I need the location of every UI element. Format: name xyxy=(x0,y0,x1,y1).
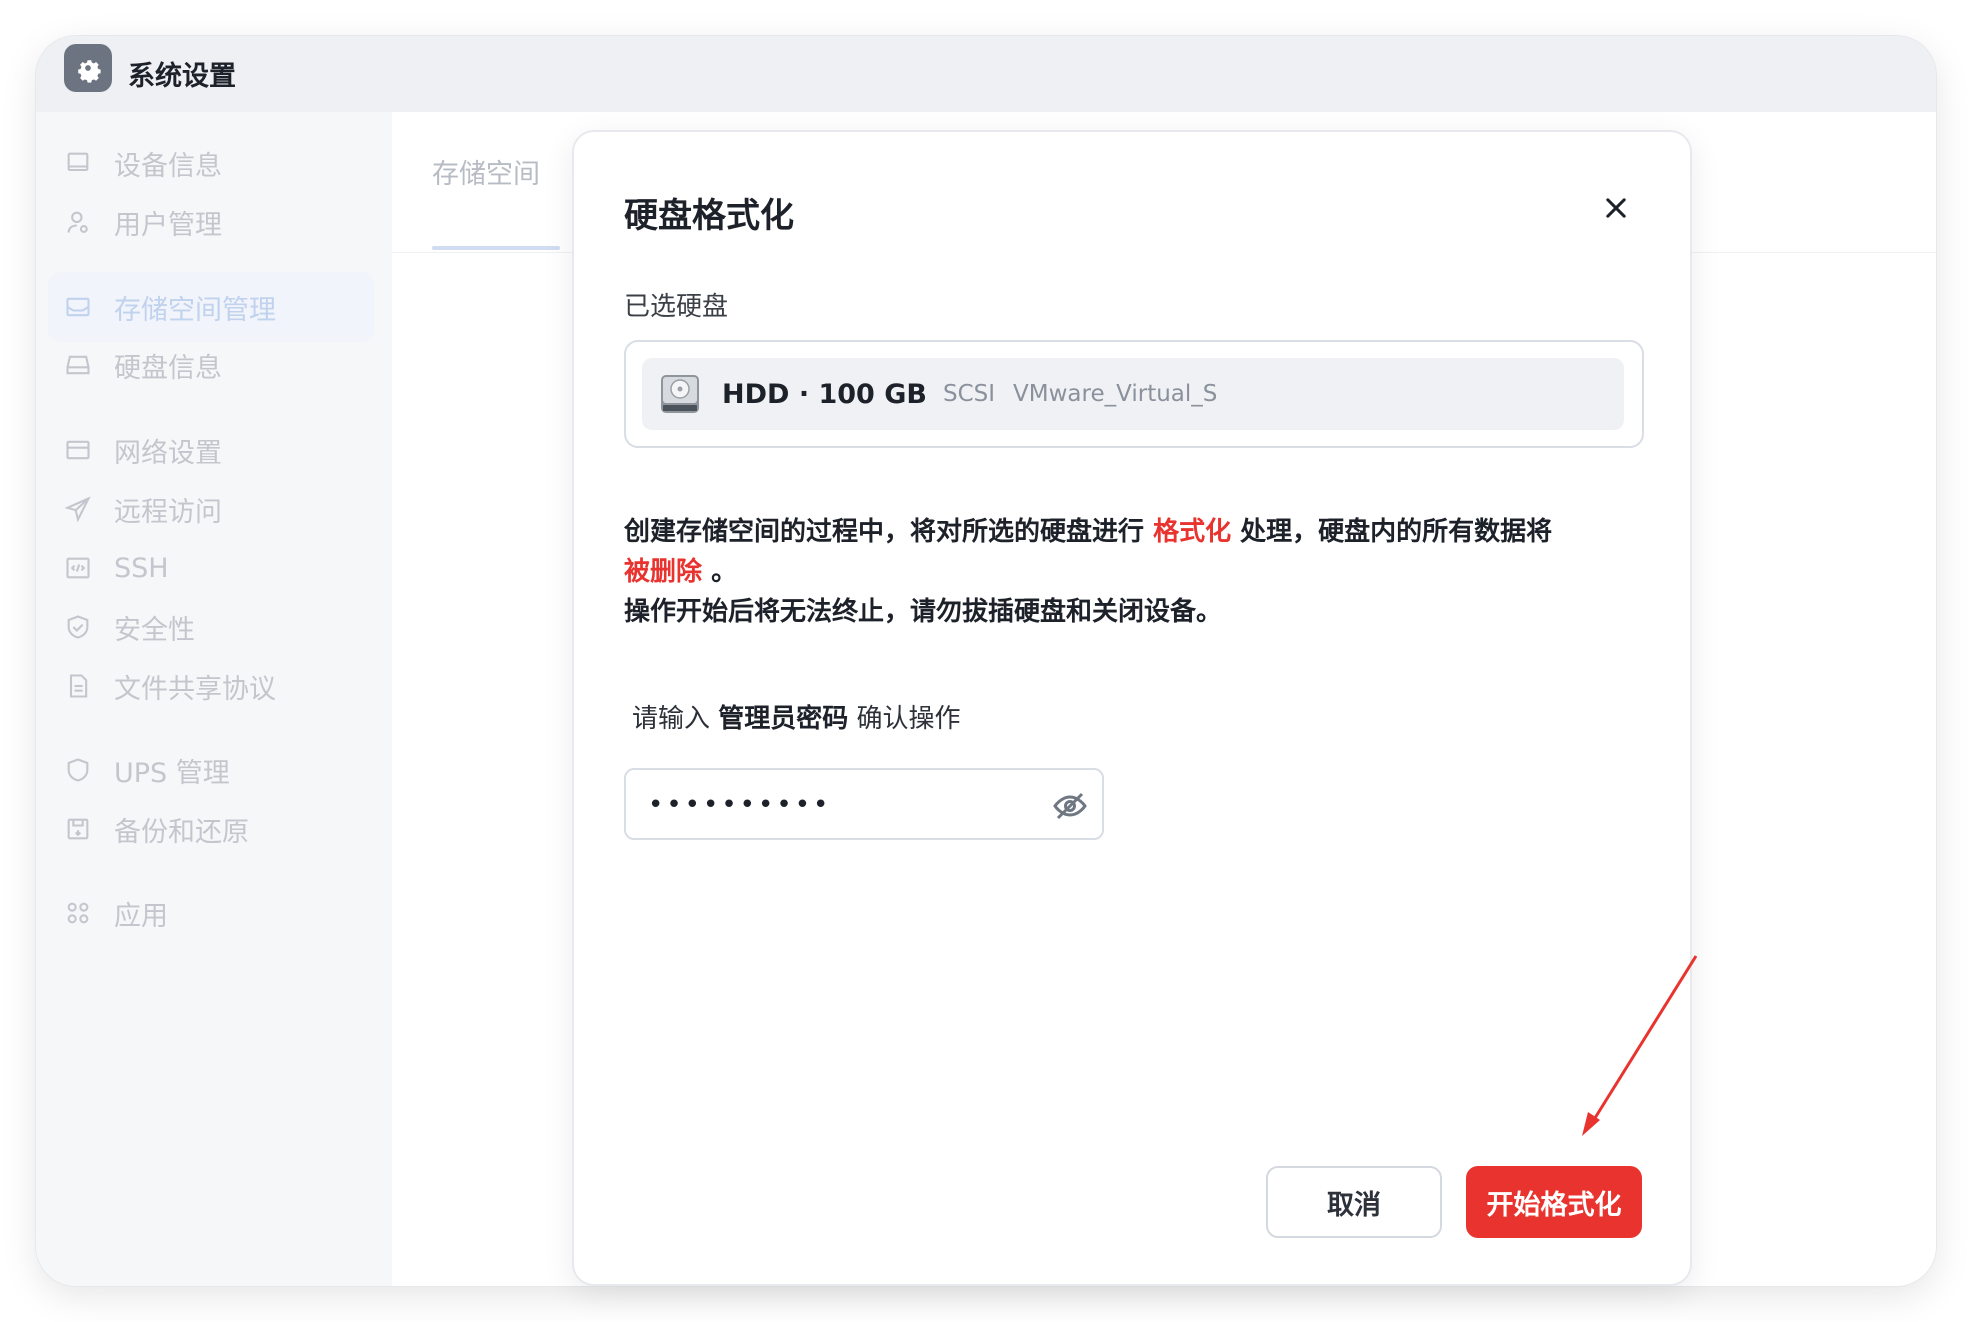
password-field[interactable] xyxy=(624,768,1104,840)
disk-name: HDD · 100 GB xyxy=(722,378,927,410)
sidebar-item-label: 设备信息 xyxy=(114,150,222,182)
sidebar-item-label: 安全性 xyxy=(114,614,195,646)
user-icon xyxy=(64,208,92,236)
password-prompt: 请输入 管理员密码 确认操作 xyxy=(632,698,961,735)
sidebar-item-users[interactable]: 用户管理 xyxy=(48,187,374,257)
selected-disk-label: 已选硬盘 xyxy=(624,292,729,322)
sidebar-item-label: 远程访问 xyxy=(114,496,222,528)
warning-text: 操作开始后将无法终止，请勿拔插硬盘和关闭设备。 xyxy=(624,597,1223,627)
storage-icon xyxy=(64,293,92,321)
sidebar-item-file-sharing[interactable]: 文件共享协议 xyxy=(48,651,374,721)
start-format-button[interactable]: 开始格式化 xyxy=(1466,1166,1642,1238)
close-icon xyxy=(1606,198,1626,218)
shield-icon xyxy=(64,756,92,784)
monitor-icon xyxy=(64,149,92,177)
apps-icon xyxy=(64,899,92,927)
shield-check-icon xyxy=(64,613,92,641)
sidebar-item-backup[interactable]: 备份和还原 xyxy=(48,794,374,864)
save-icon xyxy=(64,815,92,843)
code-icon xyxy=(64,554,92,582)
warning-text: 创建存储空间的过程中，将对所选的硬盘进行 xyxy=(624,517,1154,547)
title-bar: 系统设置 xyxy=(36,36,1936,112)
gear-icon xyxy=(64,44,112,92)
warning-text: 处理，硬盘内的所有数据将 xyxy=(1231,517,1553,547)
drive-icon xyxy=(64,351,92,379)
network-icon xyxy=(64,436,92,464)
hard-disk-icon xyxy=(661,375,699,413)
sidebar-item-label: 网络设置 xyxy=(114,437,222,469)
password-prompt-emphasis: 管理员密码 xyxy=(718,704,849,734)
warning-highlight-delete: 被删除 xyxy=(624,557,703,587)
password-prompt-text: 请输入 xyxy=(632,704,719,734)
sidebar-item-label: 用户管理 xyxy=(114,209,222,241)
format-warning: 创建存储空间的过程中，将对所选的硬盘进行 格式化 处理，硬盘内的所有数据将 被删… xyxy=(624,512,1654,632)
format-disk-dialog: 硬盘格式化 已选硬盘 HDD · 100 GB SCSI VMware_Virt… xyxy=(572,130,1692,1286)
dialog-title: 硬盘格式化 xyxy=(624,196,794,236)
warning-highlight-format: 格式化 xyxy=(1153,517,1232,547)
disk-chip: HDD · 100 GB SCSI VMware_Virtual_S xyxy=(642,358,1624,430)
eye-off-icon[interactable] xyxy=(1052,788,1088,824)
sidebar-item-apps[interactable]: 应用 xyxy=(48,878,374,948)
sidebar-item-label: 文件共享协议 xyxy=(114,673,276,705)
sidebar-item-label: SSH xyxy=(114,552,169,584)
sidebar-item-label: UPS 管理 xyxy=(114,757,230,789)
file-icon xyxy=(64,672,92,700)
selected-disk-box: HDD · 100 GB SCSI VMware_Virtual_S xyxy=(624,340,1644,448)
close-button[interactable] xyxy=(1598,190,1634,226)
sidebar-item-label: 备份和还原 xyxy=(114,816,249,848)
warning-text: 。 xyxy=(702,557,738,587)
sidebar-item-label: 应用 xyxy=(114,900,168,932)
password-input[interactable] xyxy=(648,788,1028,822)
disk-interface: SCSI xyxy=(942,381,996,407)
tab-active-indicator xyxy=(432,246,560,250)
app-title: 系统设置 xyxy=(128,61,236,92)
password-prompt-text: 确认操作 xyxy=(848,704,961,734)
cancel-button[interactable]: 取消 xyxy=(1266,1166,1442,1238)
sidebar-item-disk-info[interactable]: 硬盘信息 xyxy=(48,330,374,400)
tab-storage[interactable]: 存储空间 xyxy=(432,152,540,191)
sidebar: 设备信息 用户管理 存储空间管理 硬盘信息 网络设置 远程访问 SSH 安全性 … xyxy=(36,112,392,1286)
send-icon xyxy=(64,495,92,523)
disk-model: VMware_Virtual_S xyxy=(1013,381,1218,407)
sidebar-item-label: 硬盘信息 xyxy=(114,352,222,384)
sidebar-item-label: 存储空间管理 xyxy=(114,294,276,326)
